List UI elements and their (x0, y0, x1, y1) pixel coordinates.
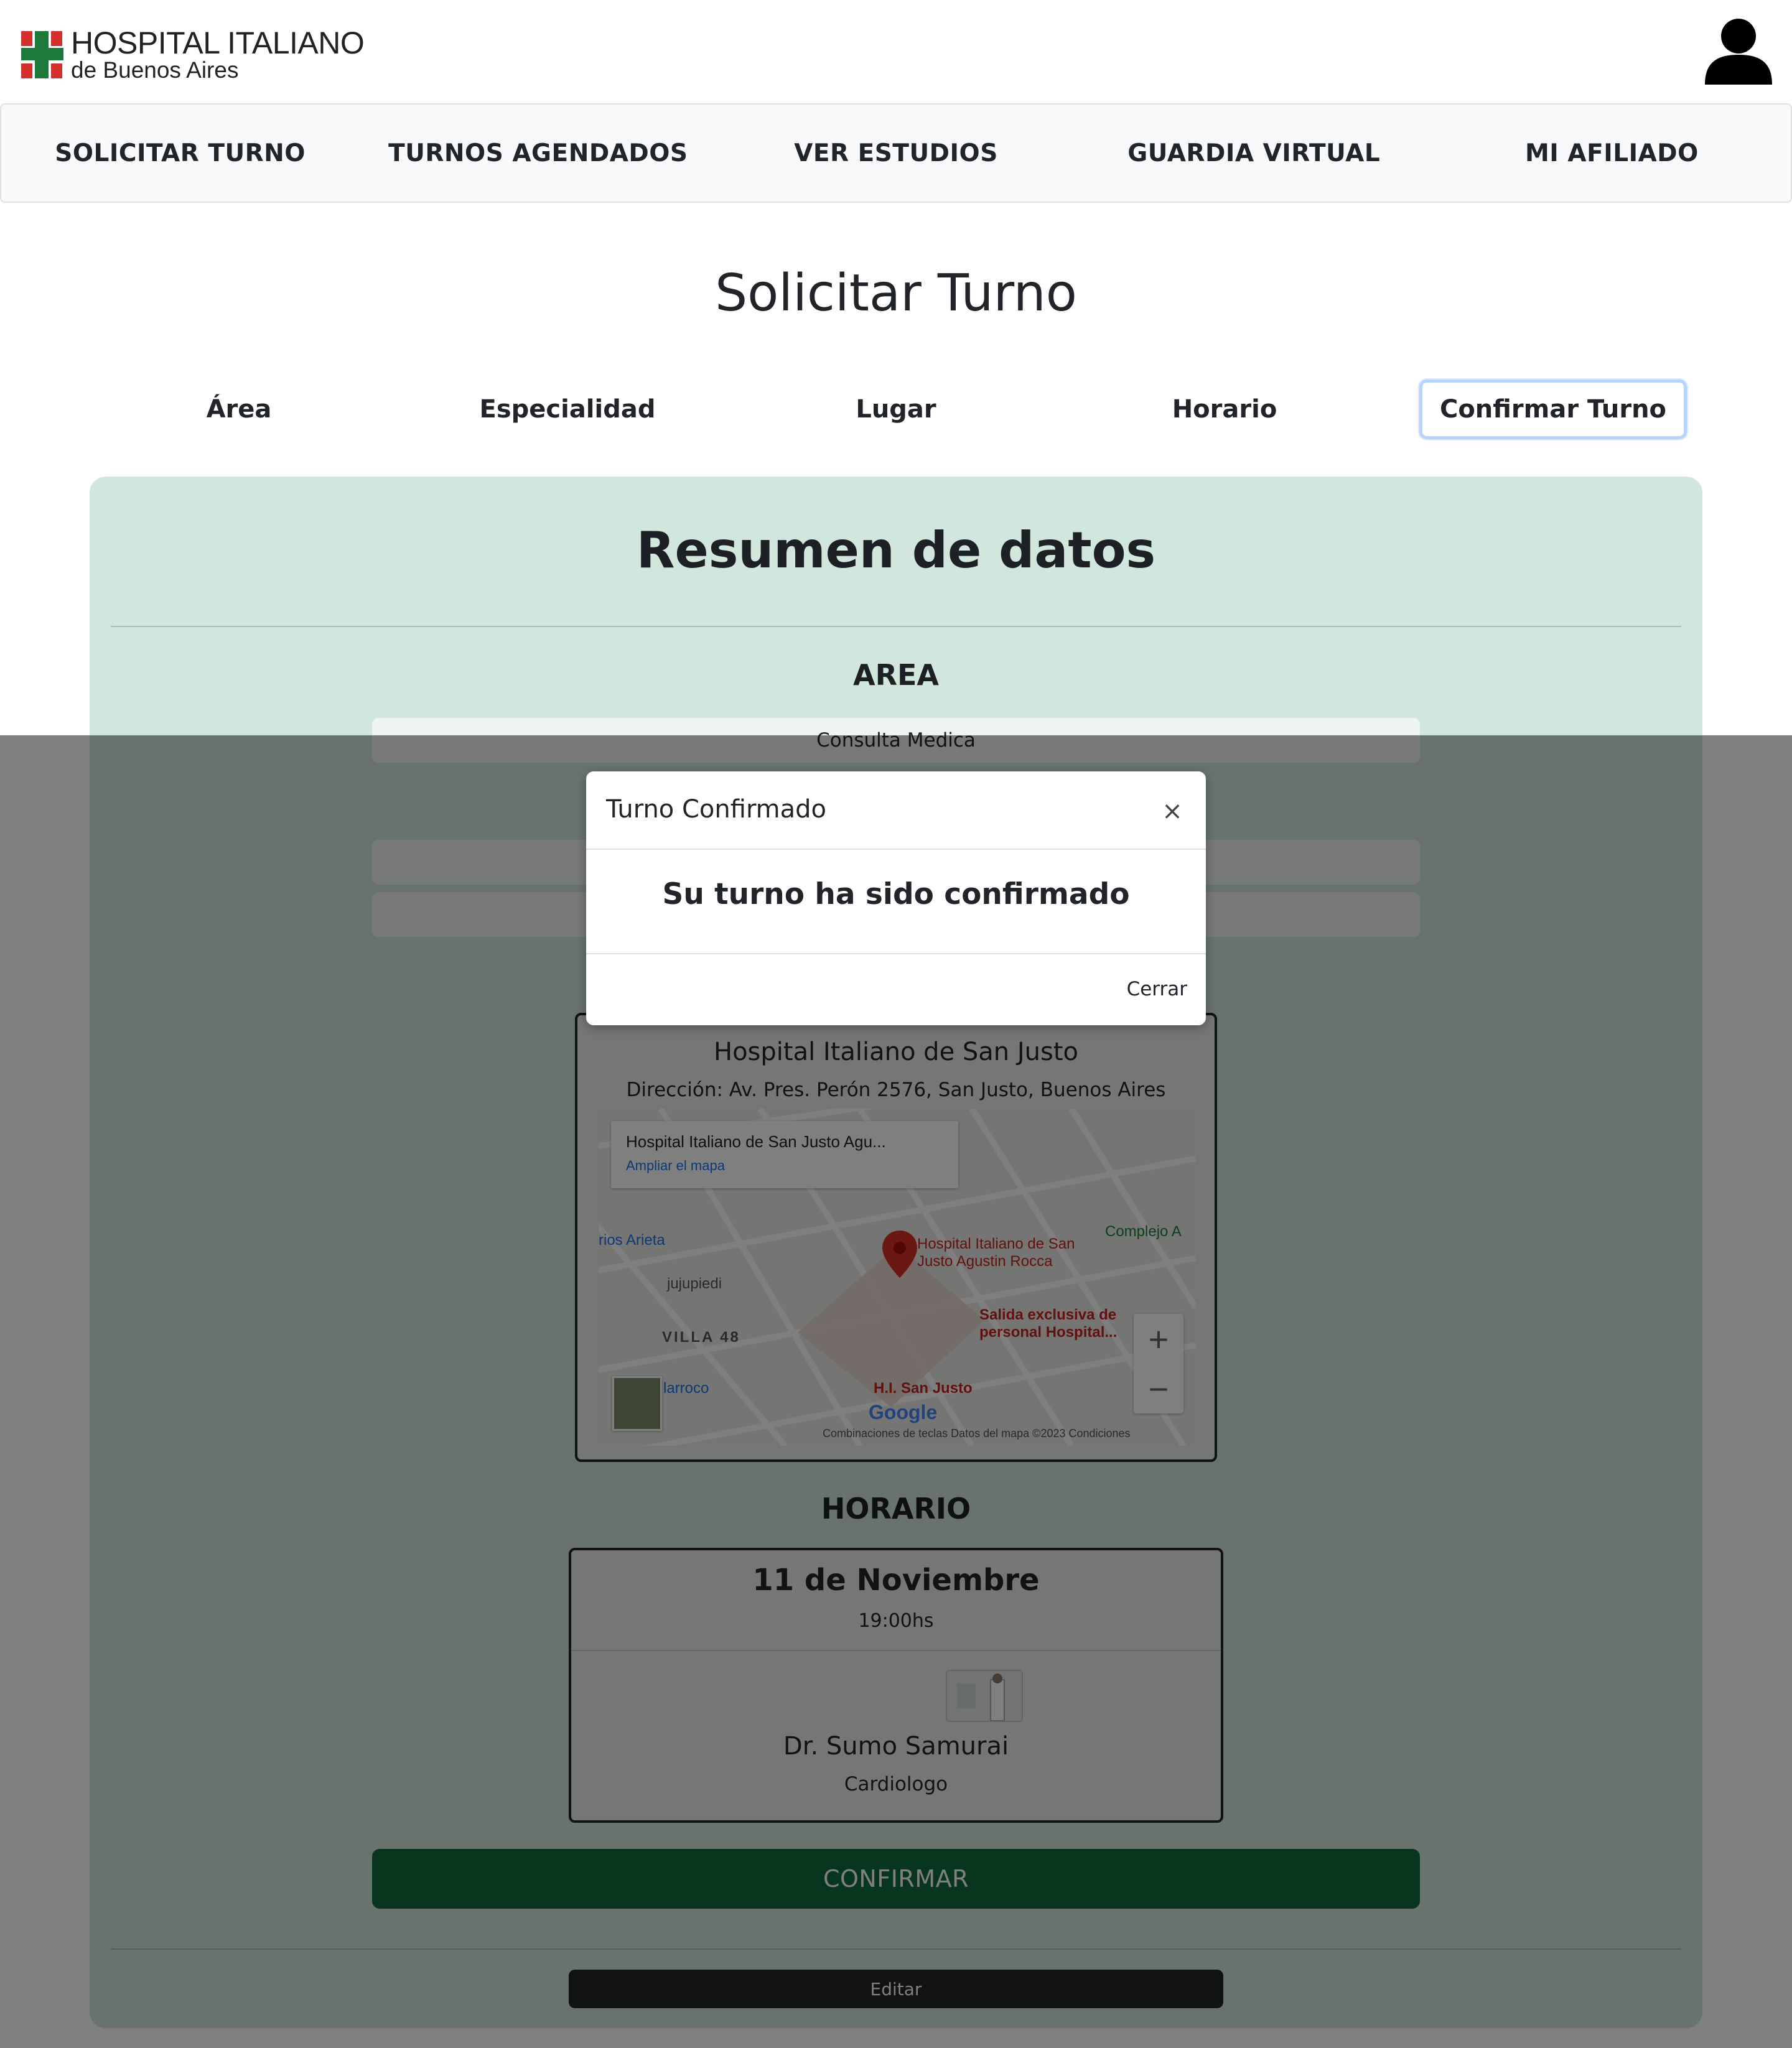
step-confirmar-turno[interactable]: Confirmar Turno (1389, 377, 1717, 442)
modal-footer: Cerrar (586, 953, 1206, 1025)
nav-ver-estudios[interactable]: VER ESTUDIOS (717, 105, 1075, 202)
hospital-logo[interactable]: HOSPITAL ITALIANO de Buenos Aires (21, 26, 365, 83)
modal-message: Su turno ha sido confirmado (662, 877, 1130, 911)
confirmation-modal: Turno Confirmado × Su turno ha sido conf… (586, 771, 1206, 1025)
step-area[interactable]: Área (75, 377, 403, 442)
user-icon[interactable] (1702, 17, 1775, 85)
nav-solicitar-turno[interactable]: SOLICITAR TURNO (1, 105, 359, 202)
nav-turnos-agendados[interactable]: TURNOS AGENDADOS (359, 105, 717, 202)
step-tabs: Área Especialidad Lugar Horario Confirma… (75, 377, 1717, 442)
main-navbar: SOLICITAR TURNO TURNOS AGENDADOS VER EST… (0, 103, 1792, 203)
logo-subtitle: de Buenos Aires (71, 57, 239, 83)
divider (111, 626, 1681, 627)
summary-title: Resumen de datos (636, 521, 1156, 579)
hospital-cross-icon (21, 30, 63, 78)
modal-header: Turno Confirmado × (586, 771, 1206, 850)
step-lugar[interactable]: Lugar (732, 377, 1060, 442)
step-horario[interactable]: Horario (1060, 377, 1389, 442)
page-title: Solicitar Turno (715, 264, 1077, 323)
nav-guardia-virtual[interactable]: GUARDIA VIRTUAL (1075, 105, 1433, 202)
area-label: AREA (852, 658, 940, 692)
step-especialidad[interactable]: Especialidad (403, 377, 732, 442)
top-header: HOSPITAL ITALIANO de Buenos Aires (0, 0, 1792, 103)
logo-title: HOSPITAL ITALIANO (71, 26, 365, 60)
close-icon[interactable]: × (1160, 799, 1185, 824)
close-button[interactable]: Cerrar (1127, 978, 1187, 1000)
modal-title: Turno Confirmado (606, 795, 827, 824)
nav-mi-afiliado[interactable]: MI AFILIADO (1433, 105, 1791, 202)
